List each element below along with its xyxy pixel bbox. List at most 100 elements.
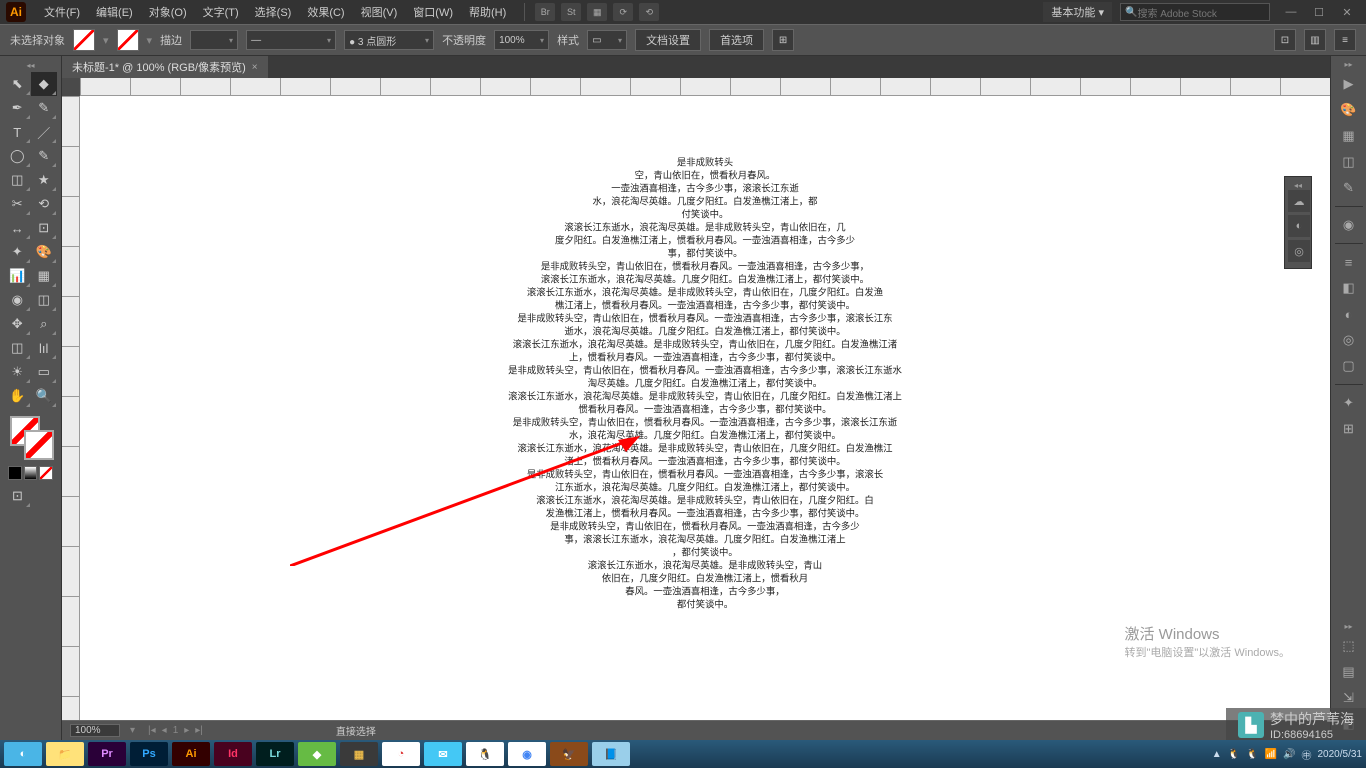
tool-button[interactable]: ★ <box>31 168 58 192</box>
links-panel-icon[interactable]: ⬚ <box>1336 634 1362 658</box>
tray-up-icon[interactable]: ▲ <box>1212 749 1222 760</box>
profile-dropdown[interactable]: ● 3 点圆形▾ <box>344 30 434 50</box>
tool-button[interactable]: ◆ <box>31 72 58 96</box>
tool-button[interactable]: ↔ <box>4 216 31 240</box>
panel-grip[interactable]: ◂◂ <box>1288 180 1308 190</box>
gpu-icon[interactable]: ⟳ <box>613 3 633 21</box>
gradient-mode[interactable] <box>24 466 38 480</box>
tool-button[interactable]: ◫ <box>31 288 58 312</box>
swatches-panel-icon[interactable]: ◫ <box>1336 150 1362 174</box>
taskbar-app[interactable]: Pr <box>88 742 126 766</box>
selection-icon[interactable]: ▶ <box>1336 72 1362 96</box>
color-indicator[interactable] <box>4 414 57 462</box>
taskbar-app[interactable]: 🐧 <box>466 742 504 766</box>
gradient-panel-icon[interactable]: ◧ <box>1336 276 1362 300</box>
symbols-panel-icon[interactable]: ✦ <box>1336 391 1362 415</box>
tool-button[interactable]: ⊡ <box>31 216 58 240</box>
tool-button[interactable]: ◉ <box>4 288 31 312</box>
tool-button[interactable]: ⬉ <box>4 72 31 96</box>
taskbar-app[interactable]: 🦅 <box>550 742 588 766</box>
taskbar-app[interactable]: ▦ <box>340 742 378 766</box>
ime-tray-icon[interactable]: ㊥ <box>1302 747 1312 762</box>
bridge-icon[interactable]: Br <box>535 3 555 21</box>
stroke-color[interactable] <box>24 430 54 460</box>
align-panel-icon[interactable]: ⊞ <box>1336 417 1362 441</box>
taskbar-app[interactable]: ◔ <box>382 742 420 766</box>
menu-item[interactable]: 文字(T) <box>195 4 247 20</box>
taskbar-app[interactable]: ✉ <box>424 742 462 766</box>
floating-panel[interactable]: ◂◂ ☁ ◐ ◎ <box>1284 176 1312 269</box>
search-input[interactable]: 🔍 搜索 Adobe Stock <box>1120 3 1270 21</box>
tool-button[interactable]: ◫ <box>4 336 31 360</box>
collapse-panels[interactable]: ▸▸ <box>1344 60 1352 70</box>
tool-button[interactable]: ✦ <box>4 240 31 264</box>
close-button[interactable]: ✕ <box>1334 3 1360 21</box>
close-tab-icon[interactable]: × <box>252 62 258 73</box>
menu-item[interactable]: 窗口(W) <box>405 4 461 20</box>
asset-export-icon[interactable]: ⇲ <box>1336 686 1362 710</box>
appearance-panel-icon[interactable]: ◎ <box>1336 328 1362 352</box>
taskbar-app[interactable]: 📁 <box>46 742 84 766</box>
document-setup-button[interactable]: 文档设置 <box>635 29 701 51</box>
transform-icon[interactable]: ⊡ <box>1274 29 1296 51</box>
document-tab[interactable]: 未标题-1* @ 100% (RGB/像素预览) × <box>62 56 268 78</box>
tool-button[interactable]: 🎨 <box>31 240 58 264</box>
maximize-button[interactable]: ☐ <box>1306 3 1332 21</box>
taskbar-app[interactable]: Lr <box>256 742 294 766</box>
layers-panel-icon[interactable]: ▦ <box>1336 124 1362 148</box>
artboard-nav[interactable]: |◂◂1▸▸| <box>145 725 206 736</box>
zoom-input[interactable]: 100% <box>70 724 120 737</box>
stroke-panel-icon[interactable]: ≡ <box>1336 250 1362 274</box>
stroke-weight-input[interactable]: ▾ <box>190 30 238 50</box>
cc-libraries-icon[interactable]: ◉ <box>1336 213 1362 237</box>
tool-button[interactable]: ▭ <box>31 360 58 384</box>
artboards-panel-icon[interactable]: ▤ <box>1336 660 1362 684</box>
horizontal-ruler[interactable] <box>80 78 1330 96</box>
system-tray[interactable]: ▲ 🐧 🐧 📶 🔊 ㊥ 2020/5/31 <box>1212 747 1362 762</box>
fill-swatch[interactable] <box>73 29 95 51</box>
stroke-swatch[interactable] <box>117 29 139 51</box>
tool-button[interactable]: lıl <box>31 336 58 360</box>
solid-mode[interactable] <box>8 466 22 480</box>
style-dropdown[interactable]: ▭▾ <box>587 30 627 50</box>
preferences-button[interactable]: 首选项 <box>709 29 764 51</box>
taskbar-app[interactable]: ◆ <box>298 742 336 766</box>
brushes-panel-icon[interactable]: ✎ <box>1336 176 1362 200</box>
tool-button[interactable]: 🔍 <box>31 384 58 408</box>
tool-button[interactable]: ☀ <box>4 360 31 384</box>
menu-item[interactable]: 帮助(H) <box>461 4 514 20</box>
menu-item[interactable]: 编辑(E) <box>88 4 141 20</box>
qq-tray-icon-2[interactable]: 🐧 <box>1246 749 1258 760</box>
qq-tray-icon[interactable]: 🐧 <box>1228 749 1240 760</box>
tool-button[interactable]: ▦ <box>31 264 58 288</box>
menu-icon[interactable]: ≡ <box>1334 29 1356 51</box>
tool-button[interactable]: ◯ <box>4 144 31 168</box>
brush-dropdown[interactable]: —▾ <box>246 30 336 50</box>
tool-button[interactable]: ✎ <box>31 96 58 120</box>
taskbar-app[interactable]: ◉ <box>508 742 546 766</box>
sync-icon[interactable]: ⟲ <box>639 3 659 21</box>
tool-button[interactable]: T <box>4 120 31 144</box>
menu-item[interactable]: 选择(S) <box>247 4 300 20</box>
taskbar-app[interactable]: Ai <box>172 742 210 766</box>
isolate-icon[interactable]: ▥ <box>1304 29 1326 51</box>
align-button[interactable]: ⊞ <box>772 29 794 51</box>
cc-icon[interactable]: ◎ <box>1288 240 1310 262</box>
workspace-switcher[interactable]: 基本功能 ▾ <box>1043 2 1112 22</box>
transparency-panel-icon[interactable]: ◐ <box>1336 302 1362 326</box>
area-type-object[interactable]: 是非成败转头空，青山依旧在，惯看秋月春风。一壶浊酒喜相逢，古今多少事，滚滚长江东… <box>425 156 985 611</box>
tool-button[interactable]: ⟲ <box>31 192 58 216</box>
libraries-icon[interactable]: ☁ <box>1288 190 1310 212</box>
menu-item[interactable]: 视图(V) <box>353 4 406 20</box>
taskbar-app[interactable]: ◐ <box>4 742 42 766</box>
tool-button[interactable]: ✥ <box>4 312 31 336</box>
tool-button[interactable]: ✂ <box>4 192 31 216</box>
network-tray-icon[interactable]: 📶 <box>1265 749 1277 760</box>
volume-tray-icon[interactable]: 🔊 <box>1283 749 1295 760</box>
clock[interactable]: 2020/5/31 <box>1318 749 1363 760</box>
tool-button[interactable]: ✎ <box>31 144 58 168</box>
opacity-input[interactable]: 100%▾ <box>494 30 549 50</box>
tool-button[interactable]: ✒ <box>4 96 31 120</box>
vertical-ruler[interactable] <box>62 96 80 720</box>
taskbar-app[interactable]: 📘 <box>592 742 630 766</box>
